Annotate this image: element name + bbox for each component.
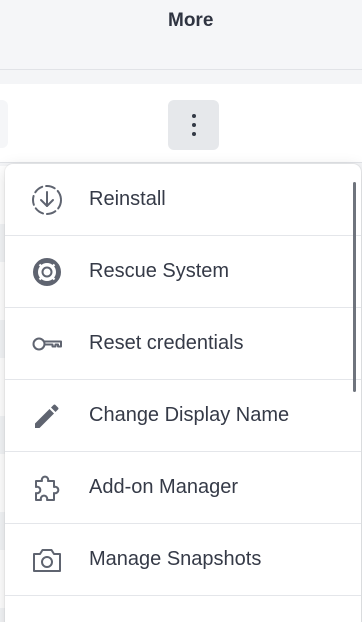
menu-item-reinstall[interactable]: Reinstall [5,164,361,236]
menu-item-label: Rescue System [89,260,230,282]
kebab-dot [192,132,196,136]
column-header-more: More [168,10,214,31]
page: More Reinstall Rescue System Reset crede… [0,0,362,622]
menu-item-label: Reset credentials [89,332,244,354]
table-header: More [0,0,362,70]
puzzle-piece-icon [30,471,64,505]
kebab-dot [192,123,196,127]
menu-item-change-display-name[interactable]: Change Display Name [5,380,361,452]
menu-scrollbar[interactable] [353,182,356,392]
menu-item-label: Reinstall [89,188,166,210]
lifebuoy-icon [30,255,64,289]
camera-icon [30,543,64,577]
menu-item-label: Add-on Manager [89,476,238,498]
more-actions-menu: Reinstall Rescue System Reset credential… [5,164,361,622]
pencil-icon [30,399,64,433]
menu-item-label: Change Display Name [89,404,290,426]
row-field [0,100,8,148]
table-row [0,84,362,163]
reinstall-icon [30,183,64,217]
menu-item-rescue-system[interactable]: Rescue System [5,236,361,308]
kebab-dot [192,114,196,118]
menu-item-manage-snapshots[interactable]: Manage Snapshots [5,524,361,596]
menu-item-label: Manage Snapshots [89,548,262,570]
key-icon [30,327,64,361]
more-actions-button[interactable] [168,100,219,150]
menu-item-add-on-manager[interactable]: Add-on Manager [5,452,361,524]
menu-item-reset-credentials[interactable]: Reset credentials [5,308,361,380]
